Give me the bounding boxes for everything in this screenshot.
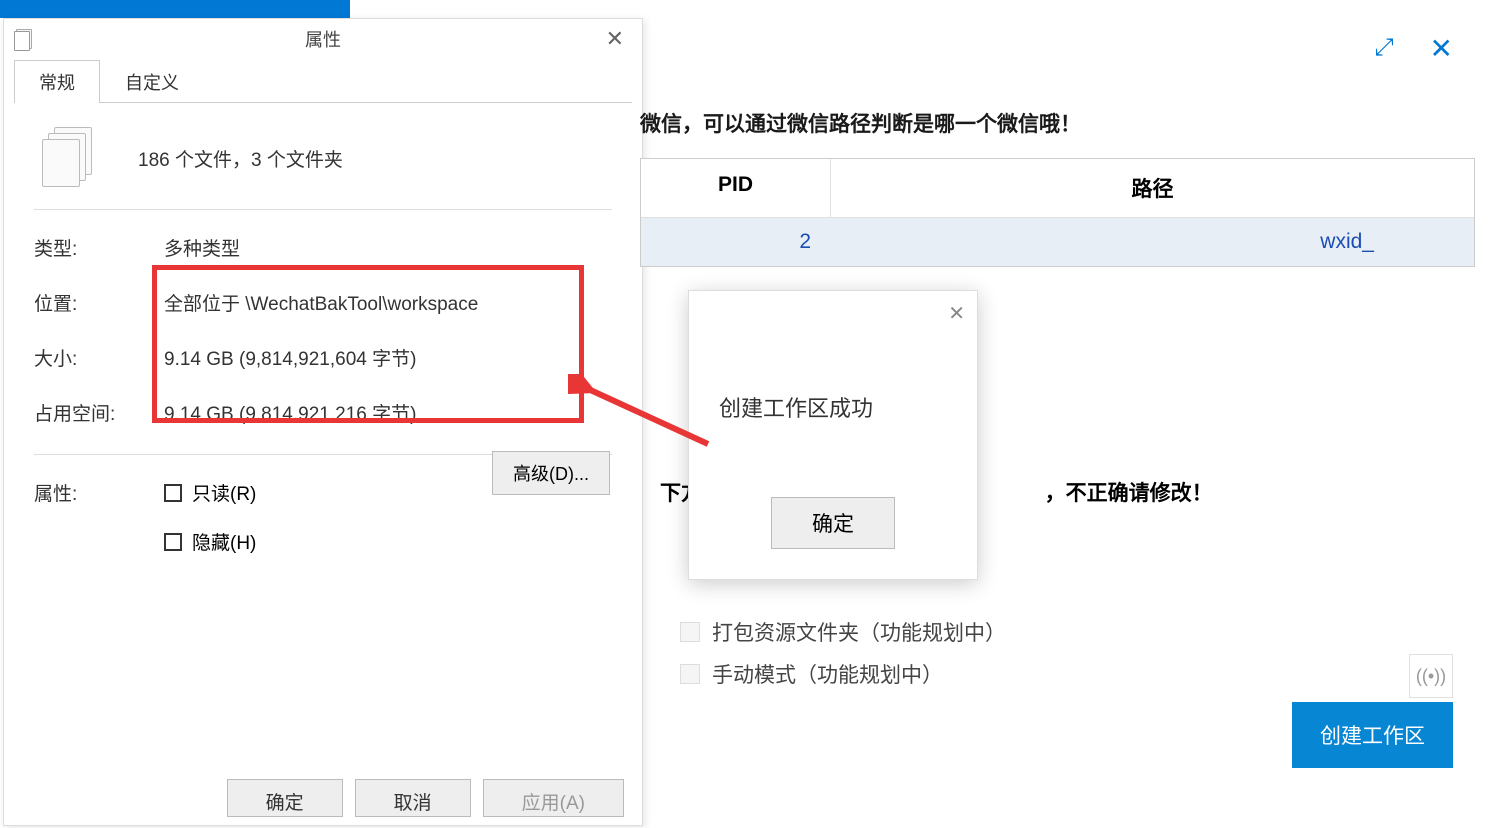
popup-close-icon[interactable]: ✕ (948, 301, 965, 326)
label-type: 类型: (34, 234, 164, 261)
minimize-icon[interactable]: ⤢ (1368, 28, 1399, 68)
th-path: 路径 (831, 159, 1474, 217)
dialog-title: 属性 (305, 26, 341, 52)
label-location: 位置: (34, 289, 164, 316)
popup-ok-button[interactable]: 确定 (771, 497, 895, 549)
document-stack-icon (14, 29, 34, 49)
label-manual-mode: 手动模式（功能规划中） (712, 659, 943, 689)
th-pid: PID (641, 159, 831, 217)
create-workspace-button[interactable]: 创建工作区 (1292, 702, 1453, 768)
value-size: 9.14 GB (9,814,921,604 字节) (164, 344, 612, 371)
top-blue-bar (0, 0, 350, 18)
properties-dialog: 属性 ✕ 常规 自定义 186 个文件，3 个文件夹 类型: 多种类型 位置: … (3, 18, 643, 826)
checkbox-manual-mode[interactable] (680, 664, 700, 684)
antenna-icon: ((•)) (1409, 654, 1453, 698)
wechat-table: PID 路径 2 wxid_ (640, 158, 1475, 267)
td-pid: 2 (641, 218, 831, 266)
popup-message: 创建工作区成功 (689, 291, 977, 423)
value-type: 多种类型 (164, 234, 612, 261)
props-titlebar: 属性 ✕ (4, 19, 642, 59)
apply-button[interactable]: 应用(A) (483, 779, 624, 817)
checkbox-hidden[interactable] (164, 533, 182, 551)
label-attributes: 属性: (34, 479, 164, 506)
table-row[interactable]: 2 wxid_ (641, 218, 1474, 266)
hint-text: 微信，可以通过微信路径判断是哪一个微信哦！ (640, 108, 1493, 138)
success-popup: ✕ 创建工作区成功 确定 (688, 290, 978, 580)
value-disk: 9.14 GB (9,814,921,216 字节) (164, 399, 612, 426)
tab-custom[interactable]: 自定义 (100, 60, 204, 103)
cancel-button[interactable]: 取消 (355, 779, 471, 817)
label-disk: 占用空间: (34, 399, 164, 426)
advanced-button[interactable]: 高级(D)... (492, 451, 610, 495)
checkbox-pack-resources[interactable] (680, 622, 700, 642)
td-path: wxid_ (831, 218, 1474, 266)
app-close-icon[interactable]: ✕ (1420, 26, 1463, 71)
file-count: 186 个文件，3 个文件夹 (138, 145, 343, 172)
label-readonly: 只读(R) (192, 479, 256, 506)
props-tabs: 常规 自定义 (14, 59, 632, 103)
label-size: 大小: (34, 344, 164, 371)
label-pack-resources: 打包资源文件夹（功能规划中） (712, 617, 1006, 647)
label-hidden: 隐藏(H) (192, 528, 256, 555)
files-icon (42, 127, 98, 189)
value-location: 全部位于 \WechatBakTool\workspace (164, 289, 612, 316)
checkbox-readonly[interactable] (164, 484, 182, 502)
close-icon[interactable]: ✕ (598, 22, 632, 56)
ok-button[interactable]: 确定 (227, 779, 343, 817)
lower-hint-suffix: ，不正确请修改！ (1045, 482, 1213, 505)
tab-general[interactable]: 常规 (14, 60, 100, 103)
